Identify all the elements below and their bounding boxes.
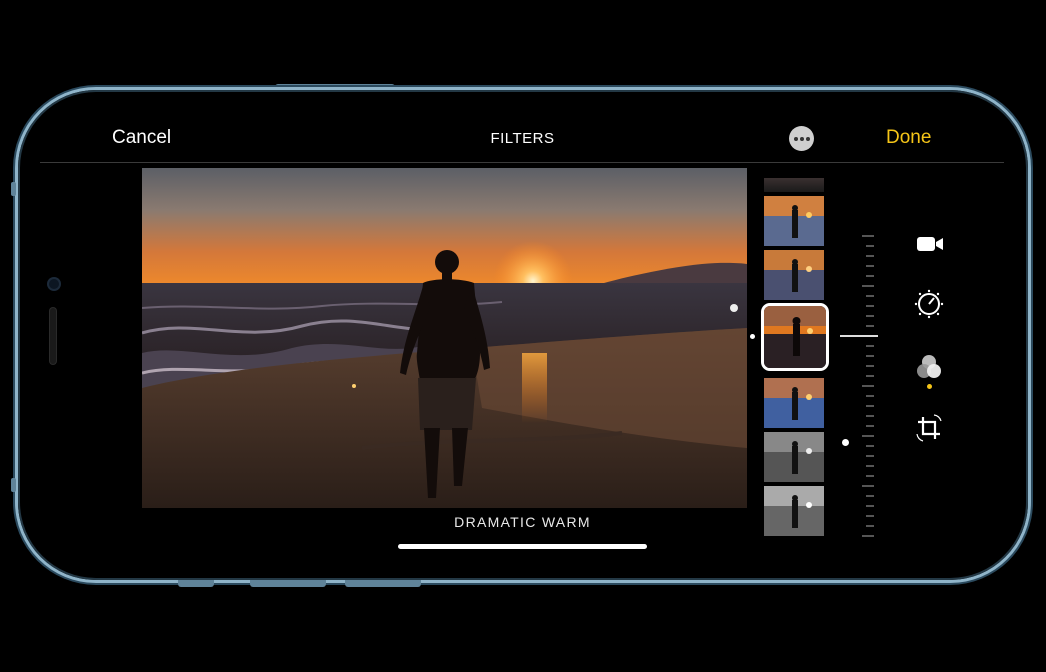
earpiece-speaker: [50, 308, 56, 364]
photo-preview[interactable]: [142, 168, 747, 508]
filter-name-label: DRAMATIC WARM: [454, 514, 591, 530]
selection-indicator: [750, 334, 755, 339]
home-indicator[interactable]: [398, 544, 647, 549]
intensity-slider[interactable]: [858, 232, 878, 544]
filter-thumbnail-mono[interactable]: [764, 432, 824, 482]
filters-icon[interactable]: [914, 353, 944, 383]
page-title: FILTERS: [490, 130, 555, 147]
crop-rotate-icon[interactable]: [914, 413, 944, 443]
filter-thumbnail-vivid-warm[interactable]: [764, 196, 824, 246]
slider-zero-dot: [842, 439, 849, 446]
active-tool-indicator: [927, 384, 932, 389]
filter-thumbnail-selected[interactable]: [761, 303, 829, 371]
side-button: [178, 580, 214, 587]
toolbar-divider: [40, 162, 1004, 163]
adjust-dial-icon[interactable]: [914, 289, 944, 319]
cancel-button[interactable]: Cancel: [112, 127, 171, 149]
front-camera: [49, 279, 59, 289]
antenna-band: [11, 478, 16, 492]
volume-up-button: [250, 580, 326, 587]
video-camera-icon[interactable]: [915, 229, 945, 259]
volume-down-button: [345, 580, 421, 587]
slider-current-marker: [840, 335, 878, 337]
filter-thumbnail[interactable]: [764, 178, 824, 192]
done-button[interactable]: Done: [886, 127, 931, 149]
sunset-beach-image: [142, 168, 747, 508]
filter-thumbnail-silvertone[interactable]: [764, 486, 824, 536]
filter-thumbnail-vivid[interactable]: [764, 250, 824, 300]
antenna-band: [11, 182, 16, 196]
ellipsis-circle-icon[interactable]: [789, 126, 814, 151]
filter-thumbnail-dramatic-cool[interactable]: [764, 378, 824, 428]
